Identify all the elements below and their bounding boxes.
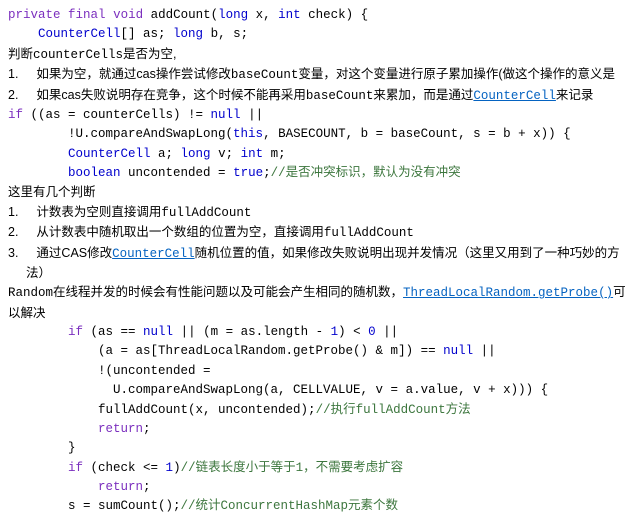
- code-line-full: fullAddCount(x, uncontended);//执行fullAdd…: [8, 401, 632, 420]
- code-line-random: (a = as[ThreadLocalRandom.getProbe() & m…: [8, 342, 632, 361]
- code-line-vars: CounterCell a; long v; int m;: [8, 145, 632, 164]
- code-line-if2: if (as == null || (m = as.length - 1) < …: [8, 323, 632, 342]
- code-line-1: private final void addCount(long x, int …: [8, 6, 632, 25]
- code-line-return1: return;: [8, 420, 632, 439]
- cn-judge-2: 2. 从计数表中随机取出一个数组的位置为空，直接调用fullAddCount: [8, 223, 632, 243]
- cn-judge-1: 1. 计数表为空则直接调用fullAddCount: [8, 203, 632, 223]
- code-line-sum: s = sumCount();//统计ConcurrentHashMap元素个数: [8, 497, 632, 516]
- code-line-uncon: !(uncontended =: [8, 362, 632, 381]
- cn-random: Random在线程并发的时候会有性能问题以及可能会产生相同的随机数，Thread…: [8, 283, 632, 323]
- code-line-check: if (check <= 1)//链表长度小于等于1，不需要考虑扩容: [8, 459, 632, 478]
- cn-judge-3: 3. 通过CAS修改CounterCell随机位置的值，如果修改失败说明出现并发…: [8, 244, 632, 284]
- code-line-bool: boolean uncontended = true;//是否冲突标识，默认为没…: [8, 164, 632, 183]
- code-line-close1: }: [8, 439, 632, 458]
- cn-line-3: 判断counterCells是否为空,: [8, 45, 632, 65]
- cn-list-1: 1. 如果为空，就通过cas操作尝试修改baseCount变量，对这个变量进行原…: [8, 65, 632, 85]
- code-line-2: CounterCell[] as; long b, s;: [8, 25, 632, 44]
- cn-list-2: 2. 如果cas失败说明存在竞争，这个时候不能再采用baseCount来累加，而…: [8, 86, 632, 106]
- code-line-cas2: U.compareAndSwapLong(a, CELLVALUE, v = a…: [8, 381, 632, 400]
- cn-judgement: 这里有几个判断: [8, 183, 632, 202]
- code-container: private final void addCount(long x, int …: [0, 0, 640, 517]
- code-line-return2: return;: [8, 478, 632, 497]
- code-line-cas1: !U.compareAndSwapLong(this, BASECOUNT, b…: [8, 125, 632, 144]
- code-line-if: if ((as = counterCells) != null ||: [8, 106, 632, 125]
